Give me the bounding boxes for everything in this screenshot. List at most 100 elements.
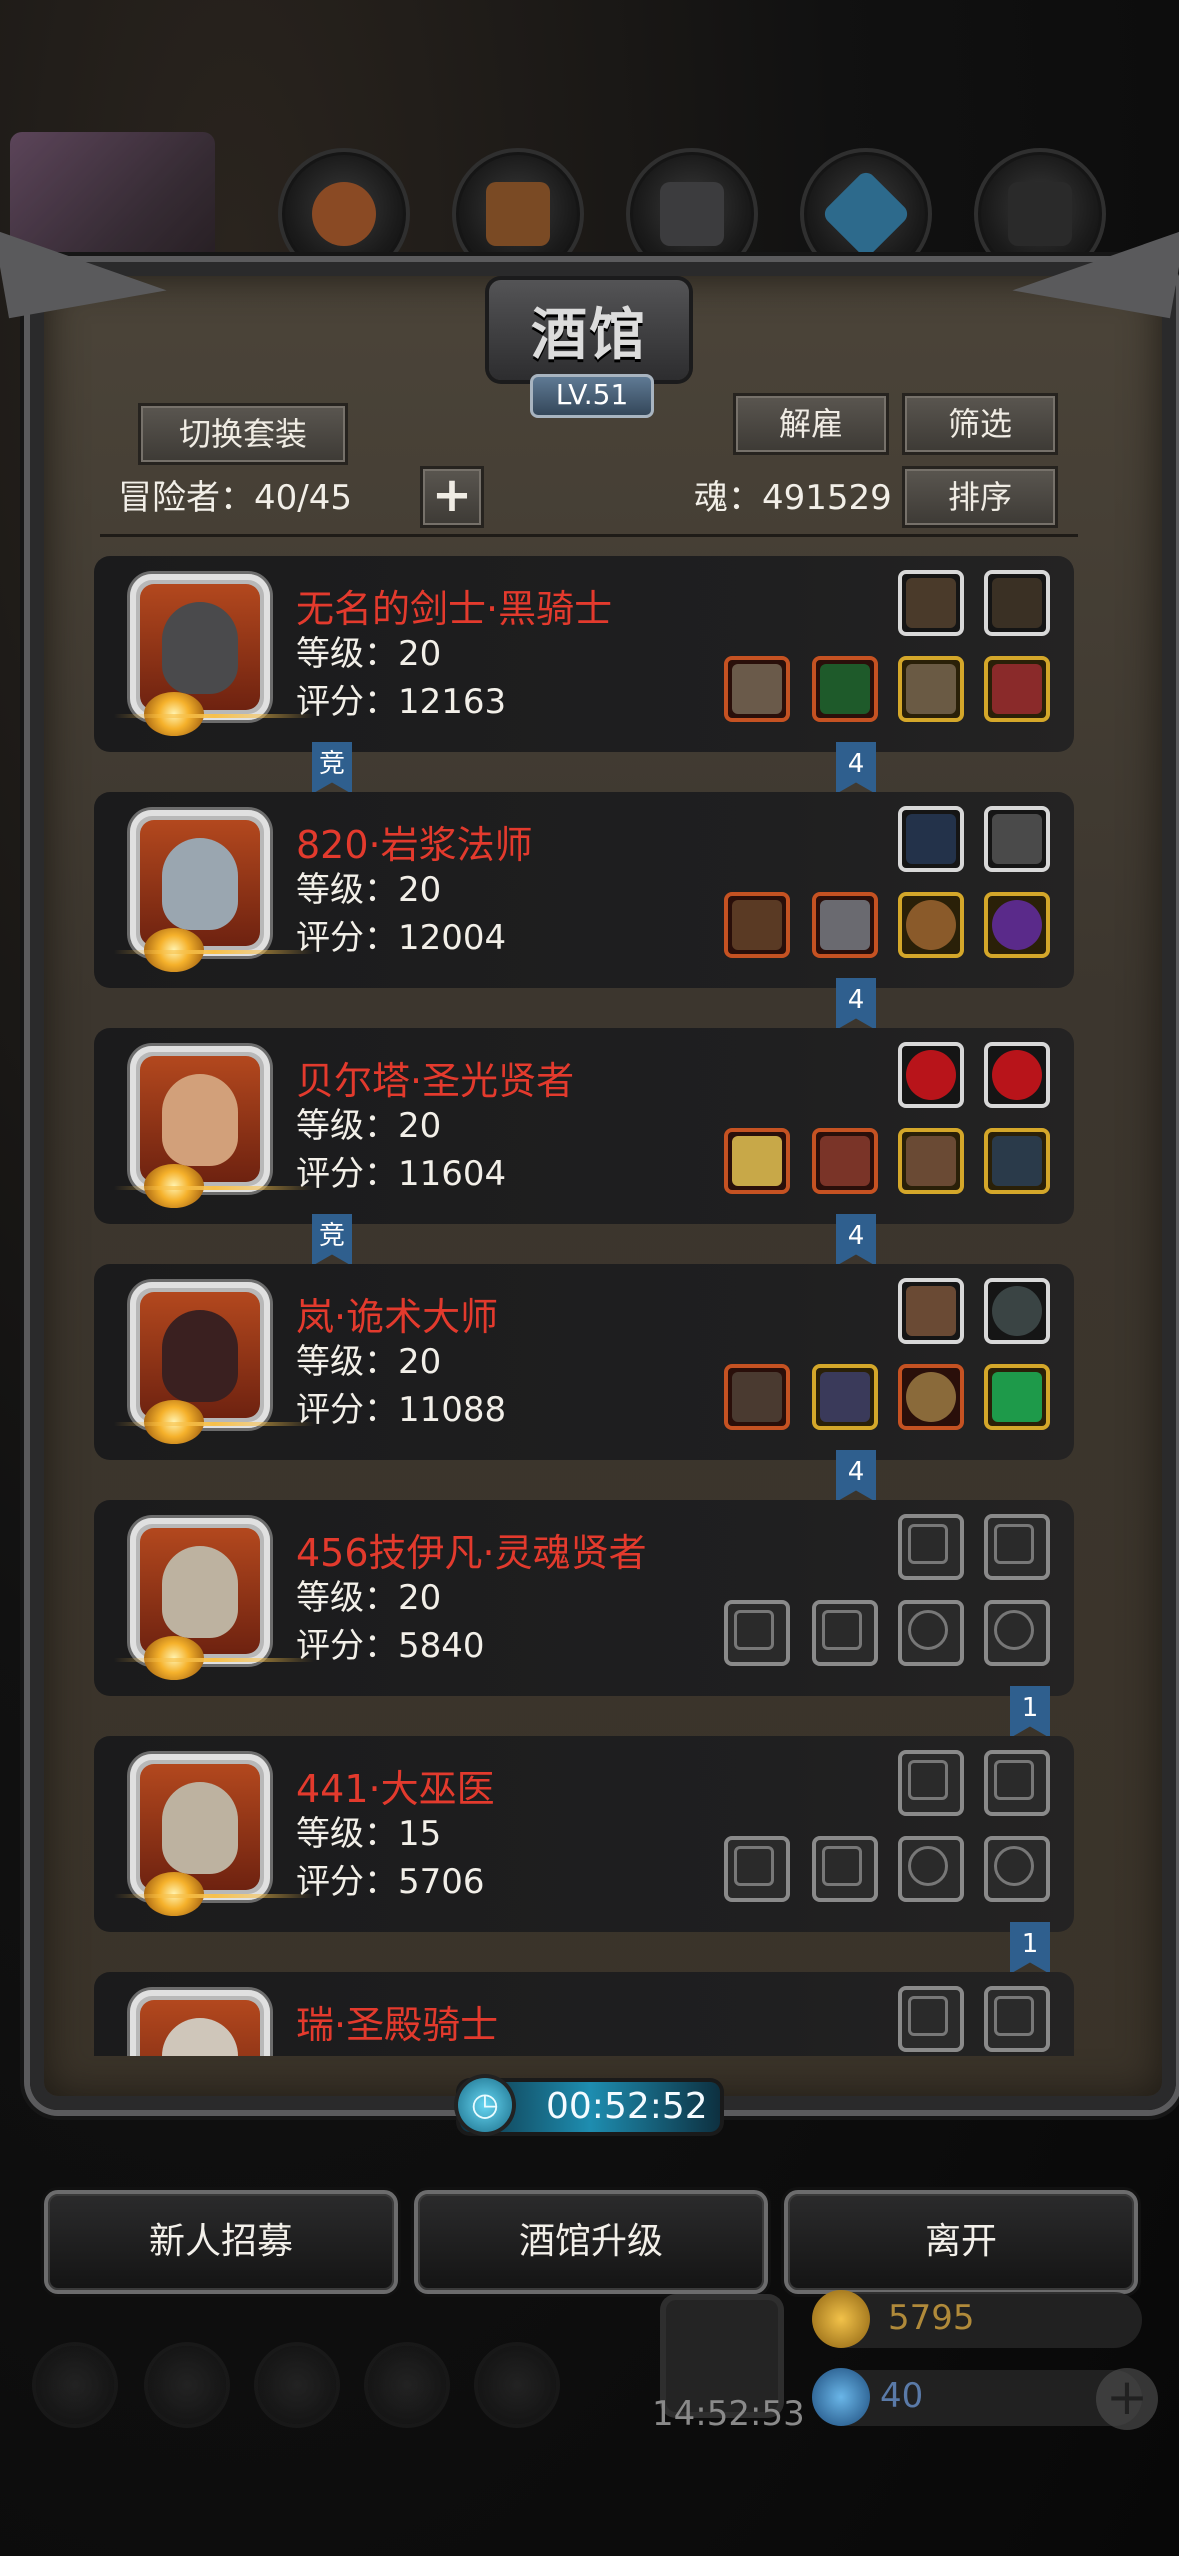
equip-slot-gem[interactable] [898,1042,964,1108]
empty-slot-hourglass-icon[interactable] [898,1750,964,1816]
timer-text: 00:52:52 [546,2086,708,2127]
equip-slot-helm[interactable] [898,656,964,722]
page-title: 酒馆 [531,302,647,368]
hero-name: 贝尔塔·圣光贤者 [296,1059,575,1103]
gift-countdown: 14:52:53 [652,2394,805,2434]
empty-slot-ring-icon[interactable] [898,1836,964,1902]
recruit-button[interactable]: 新人招募 [44,2190,398,2294]
hero-card[interactable]: 无名的剑士·黑骑士 等级：20 评分：12163 [94,556,1074,752]
equip-slot-ring[interactable] [898,892,964,958]
empty-slot-staff-icon[interactable] [724,1836,790,1902]
arena-flag: 竞 [312,742,352,794]
equip-slot-mask[interactable] [898,1128,964,1194]
tavern-level-badge: LV.51 [530,374,654,418]
filter-button[interactable]: 筛选 [902,393,1058,455]
hero-name: 瑞·圣殿骑士 [296,2003,499,2047]
expand-capacity-button[interactable]: + [420,466,484,528]
gold-coin-icon [812,2290,870,2348]
equip-slot-armor[interactable] [812,1128,878,1194]
adventurer-count: 冒险者：40/45 [118,478,352,518]
equip-slot-armor[interactable] [812,1364,878,1430]
clock-icon: ◷ [458,2078,512,2132]
equip-slot-pistol[interactable] [724,1364,790,1430]
star-flag: 4 [836,1450,876,1502]
rank-icon [148,2346,226,2424]
empty-slot-hourglass-icon[interactable] [898,1514,964,1580]
shop-icon [478,2346,556,2424]
hero-glow-line [114,1186,314,1190]
equip-slot-shield[interactable] [898,1278,964,1344]
meat-resource-icon [278,148,410,280]
empty-slot-armor-icon[interactable] [812,1836,878,1902]
divider [100,534,1078,537]
hero-glow-line [114,1658,314,1662]
crystal-resource-icon [800,148,932,280]
hero-card[interactable]: 820·岩浆法师 等级：20 评分：12004 [94,792,1074,988]
switch-outfit-button[interactable]: 切换套装 [138,403,348,465]
hero-glow-line [114,1422,314,1426]
empty-slot-staff-icon[interactable] [724,1600,790,1666]
empty-slot-hourglass-icon[interactable] [984,1986,1050,2052]
mail-icon [368,2346,446,2424]
iron-resource-icon [626,148,758,280]
equip-slot-buckler[interactable] [898,1364,964,1430]
equip-slot-trinket[interactable] [898,570,964,636]
sort-button[interactable]: 排序 [902,466,1058,528]
equip-slot-tome[interactable] [898,806,964,872]
equip-slot-armor[interactable] [812,656,878,722]
hero-level: 等级：20 [296,1578,442,1618]
star-flag: 4 [836,1214,876,1266]
empty-slot-hourglass-icon[interactable] [984,1750,1050,1816]
equip-slot-hammer[interactable] [724,1128,790,1194]
hero-glow-line [114,950,314,954]
empty-slot-ring-icon[interactable] [984,1836,1050,1902]
refresh-timer: ◷ 00:52:52 [458,2078,720,2132]
hero-name: 456技伊凡·灵魂贤者 [296,1531,647,1575]
gold-value: 5795 [888,2298,975,2338]
equip-slot-charm[interactable] [984,656,1050,722]
hero-level: 等级：20 [296,1342,442,1382]
upgrade-tavern-button[interactable]: 酒馆升级 [414,2190,768,2294]
hero-card[interactable]: 441·大巫医 等级：15 评分：5706 [94,1736,1074,1932]
hero-card[interactable]: 456技伊凡·灵魂贤者 等级：20 评分：5840 [94,1500,1074,1696]
equip-slot-stone[interactable] [984,1278,1050,1344]
equip-slot-amulet[interactable] [984,1128,1050,1194]
hero-score: 评分：11088 [296,1390,507,1430]
hero-level: 等级：20 [296,870,442,910]
dismiss-button[interactable]: 解雇 [733,393,889,455]
empty-slot-hourglass-icon[interactable] [898,1986,964,2052]
equip-slot-staff[interactable] [724,892,790,958]
guild-icon [258,2346,336,2424]
hero-name: 岚·诡术大师 [296,1295,499,1339]
equip-slot-emerald[interactable] [984,1364,1050,1430]
hero-level: 等级：15 [296,1814,442,1854]
empty-slot-ring-icon[interactable] [984,1600,1050,1666]
equip-slot-dagger[interactable] [984,806,1050,872]
empty-slot-armor-icon[interactable] [812,1600,878,1666]
hero-score: 评分：12004 [296,918,507,958]
empty-slot-hourglass-icon[interactable] [984,1514,1050,1580]
gem-value: 40 [880,2376,924,2416]
hero-card[interactable]: 岚·诡术大师 等级：20 评分：11088 [94,1264,1074,1460]
hero-score: 评分：5706 [296,1862,485,1902]
empty-slot-ring-icon[interactable] [898,1600,964,1666]
hero-score: 评分：5840 [296,1626,485,1666]
hero-card[interactable]: 贝尔塔·圣光贤者 等级：20 评分：11604 [94,1028,1074,1224]
star-flag: 1 [1010,1686,1050,1738]
equip-slot-sword[interactable] [724,656,790,722]
resource-row [270,148,1110,280]
hero-portrait [130,1990,270,2056]
hero-name: 无名的剑士·黑骑士 [296,587,613,631]
leave-button[interactable]: 离开 [784,2190,1138,2294]
equip-slot-armor[interactable] [812,892,878,958]
equip-slot-crossbow[interactable] [984,570,1050,636]
star-flag: 4 [836,978,876,1030]
soul-count: 魂：491529 [694,478,892,518]
hero-name: 441·大巫医 [296,1767,495,1811]
hero-card[interactable]: 瑞·圣殿骑士 [94,1972,1074,2056]
hero-glow-line [114,1894,314,1898]
star-flag: 4 [836,742,876,794]
hero-list[interactable]: 无名的剑士·黑骑士 等级：20 评分：12163 竞 4 820·岩浆法师 等级… [94,556,1074,2056]
equip-slot-ring[interactable] [984,892,1050,958]
equip-slot-gem[interactable] [984,1042,1050,1108]
